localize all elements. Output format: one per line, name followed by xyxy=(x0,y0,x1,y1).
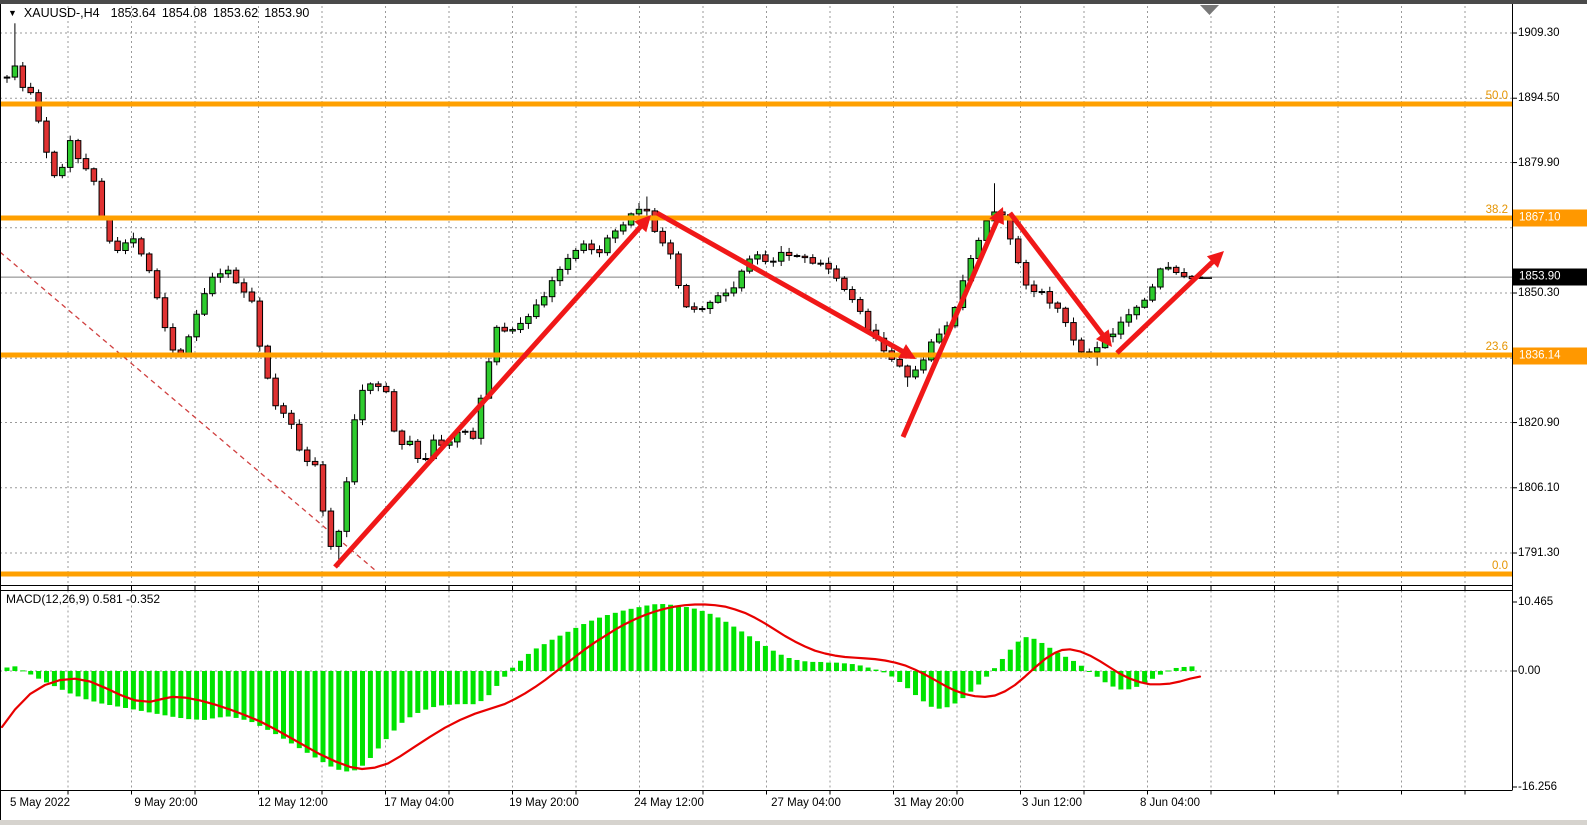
trading-terminal-window: ▼ XAUUSD-,H4 1853.64 1854.08 1853.62 185… xyxy=(0,0,1587,825)
descending-trendline xyxy=(0,252,382,576)
fib-level-label: 23.6 xyxy=(1486,341,1508,353)
time-axis-label: 12 May 12:00 xyxy=(258,797,328,809)
ohlc-open: 1853.64 xyxy=(111,6,156,20)
price-axis-label: 1909.30 xyxy=(1518,27,1560,39)
time-axis-label: 9 May 20:00 xyxy=(134,797,197,809)
macd-scale-label: 0.00 xyxy=(1518,665,1540,677)
fib-236-price-badge: 1836.14 xyxy=(1513,348,1587,365)
window-bottom-edge xyxy=(0,820,1587,825)
symbol-timeframe-label: XAUUSD-,H4 xyxy=(24,6,100,20)
time-axis-label: 8 Jun 04:00 xyxy=(1140,797,1200,809)
fib-level-label: 0.0 xyxy=(1492,560,1508,572)
fib-level-label: 38.2 xyxy=(1486,204,1508,216)
price-axis-label: 1820.90 xyxy=(1518,417,1560,429)
time-axis-label: 24 May 12:00 xyxy=(634,797,704,809)
chart-header: ▼ XAUUSD-,H4 1853.64 1854.08 1853.62 185… xyxy=(8,6,315,20)
symbol-dropdown-icon[interactable]: ▼ xyxy=(8,8,17,18)
ohlc-high: 1854.08 xyxy=(162,6,207,20)
price-axis-label: 1894.50 xyxy=(1518,92,1560,104)
time-axis-label: 5 May 2022 xyxy=(10,797,70,809)
time-axis-label: 17 May 04:00 xyxy=(384,797,454,809)
macd-indicator-label: MACD(12,26,9) 0.581 -0.352 xyxy=(6,592,160,606)
price-axis-label: 1806.10 xyxy=(1518,482,1560,494)
window-top-edge xyxy=(0,0,1587,4)
macd-scale-label: -16.256 xyxy=(1518,781,1557,793)
ohlc-close: 1853.90 xyxy=(264,6,309,20)
macd-histogram xyxy=(5,604,1195,771)
current-price-badge: 1853.90 xyxy=(1513,269,1587,286)
chart-shift-marker xyxy=(1200,5,1219,15)
time-axis-label: 19 May 20:00 xyxy=(509,797,579,809)
time-axis-label: 3 Jun 12:00 xyxy=(1022,797,1082,809)
price-axis-label: 1879.90 xyxy=(1518,157,1560,169)
fibonacci-lines xyxy=(0,104,1512,574)
ohlc-low: 1853.62 xyxy=(213,6,258,20)
price-axis-label: 1791.30 xyxy=(1518,547,1560,559)
chart-canvas[interactable] xyxy=(0,0,1587,825)
macd-scale-label: 10.465 xyxy=(1518,596,1553,608)
time-axis-label: 27 May 04:00 xyxy=(771,797,841,809)
fib-382-price-badge: 1867.10 xyxy=(1513,210,1587,227)
price-axis-label: 1850.30 xyxy=(1518,287,1560,299)
fib-level-label: 50.0 xyxy=(1486,90,1508,102)
time-axis-label: 31 May 20:00 xyxy=(894,797,964,809)
